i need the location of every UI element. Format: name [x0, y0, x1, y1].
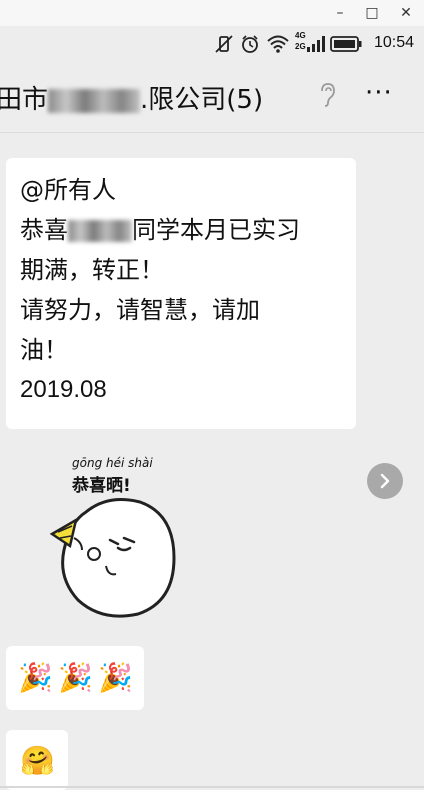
window-title-bar: – □ ✕ [0, 0, 424, 26]
message-date: 2019.08 [20, 376, 107, 403]
chat-title-suffix: .限公司(5) [140, 85, 264, 115]
message-line: 油！ [20, 336, 68, 364]
minimize-button[interactable]: – [330, 3, 350, 23]
ear-icon[interactable] [318, 82, 336, 108]
mute-vibrate-icon [215, 35, 233, 53]
signal-icon [307, 36, 325, 52]
congrats-sticker[interactable] [48, 450, 188, 620]
status-bar: 4G 2G 10:54 [0, 26, 424, 62]
hugging-face-emoji: 🤗 [20, 744, 55, 777]
chat-header: 田市 .限公司(5) ··· [0, 62, 424, 133]
message-line-suffix: 同学本月已实习 [132, 216, 300, 244]
chat-title[interactable]: 田市 .限公司(5) [0, 79, 263, 116]
message-bubble-emoji[interactable]: 🤗 [6, 730, 68, 790]
status-time: 10:54 [373, 34, 414, 51]
message-line: 请努力，请智慧，请加 [20, 296, 260, 324]
maximize-button[interactable]: □ [362, 3, 382, 23]
alarm-icon [242, 35, 258, 53]
message-line: 恭喜 同学本月已实习 [20, 210, 300, 250]
redacted-name-blur [68, 220, 132, 242]
redacted-name-blur [48, 88, 141, 113]
message-line-prefix: 恭喜 [20, 216, 68, 244]
chat-title-prefix: 田市 [0, 85, 49, 115]
message-line: 期满，转正！ [20, 256, 164, 284]
message-line: @所有人 [20, 176, 116, 204]
wifi-icon [267, 35, 289, 53]
forward-button[interactable] [367, 463, 403, 499]
party-popper-emoji: 🎉 [18, 661, 53, 694]
message-bubble-emoji[interactable]: 🎉 🎉 🎉 [6, 646, 144, 710]
message-bubble-text[interactable]: @所有人 恭喜 同学本月已实习 期满，转正！ 请努力，请智慧，请加 油！ 2019… [6, 158, 356, 429]
more-icon[interactable]: ··· [365, 78, 393, 108]
battery-icon [330, 36, 362, 52]
network-top-label: 4G [295, 31, 306, 40]
party-popper-emoji: 🎉 [98, 661, 133, 694]
party-popper-emoji: 🎉 [58, 661, 93, 694]
network-bottom-label: 2G [295, 42, 306, 51]
close-button[interactable]: ✕ [396, 3, 416, 23]
chevron-right-icon [380, 473, 390, 489]
